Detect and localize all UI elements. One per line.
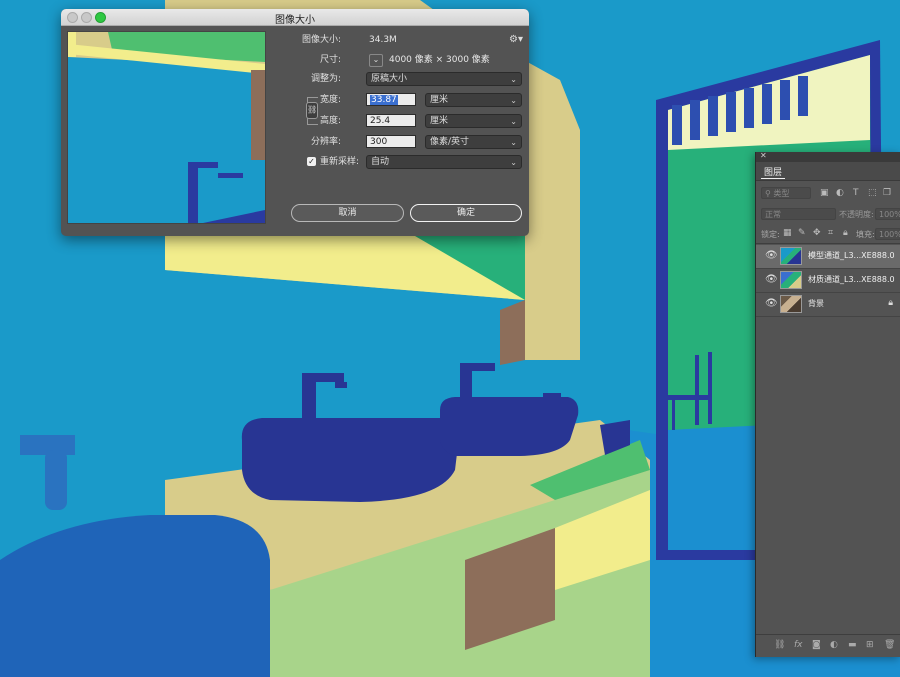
dimensions-value: 4000 像素 × 3000 像素 bbox=[389, 55, 490, 65]
height-unit-select[interactable]: 厘米 ⌄ bbox=[425, 114, 522, 128]
width-input[interactable]: 33.87 bbox=[366, 93, 416, 106]
chevron-down-icon: ⌄ bbox=[510, 138, 517, 147]
chevron-down-icon: ⌄ bbox=[510, 75, 517, 84]
resample-checkbox[interactable]: ✓ bbox=[307, 157, 316, 166]
layers-panel-footer: ⛓ fx ◙ ◐ ▬ ⊞ 🗑︎ bbox=[756, 634, 900, 657]
layer-name: 模型通道_L3...XE888.0 bbox=[808, 251, 895, 260]
layer-name: 材质通道_L3...XE888.0 bbox=[808, 275, 895, 284]
resolution-unit-value: 像素/英寸 bbox=[430, 137, 470, 147]
mask-icon[interactable]: ◙ bbox=[812, 640, 821, 650]
opacity-input[interactable]: 100% bbox=[875, 208, 900, 220]
fit-to-value: 原稿大小 bbox=[371, 74, 408, 84]
adjustment-filter-icon[interactable]: ◐ bbox=[836, 188, 844, 198]
width-value: 33.87 bbox=[370, 95, 398, 105]
height-label: 高度: bbox=[319, 116, 341, 126]
layer-row[interactable]: 👁︎ 背景 🔒︎ bbox=[756, 293, 900, 317]
layer-filter-value: 类型 bbox=[773, 189, 790, 198]
resample-select[interactable]: 自动 ⌄ bbox=[366, 155, 522, 169]
layer-thumbnail bbox=[780, 271, 802, 289]
chevron-down-icon[interactable]: ⌄ bbox=[369, 54, 383, 67]
layer-row[interactable]: 👁︎ 材质通道_L3...XE888.0 bbox=[756, 269, 900, 293]
blend-mode-select[interactable]: 正常 bbox=[761, 208, 836, 220]
image-filter-icon[interactable]: ▣ bbox=[820, 188, 829, 198]
chevron-down-icon: ⌄ bbox=[510, 96, 517, 105]
resolution-label: 分辨率: bbox=[310, 137, 341, 147]
resolution-unit-select[interactable]: 像素/英寸 ⌄ bbox=[425, 135, 522, 149]
eye-icon[interactable]: 👁︎ bbox=[765, 274, 778, 285]
layer-name: 背景 bbox=[808, 299, 824, 308]
new-layer-icon[interactable]: ⊞ bbox=[866, 640, 874, 650]
fx-icon[interactable]: fx bbox=[794, 640, 803, 650]
image-size-label: 图像大小: bbox=[301, 35, 341, 45]
ok-button[interactable]: 确定 bbox=[410, 204, 522, 222]
tab-layers[interactable]: 图层 bbox=[761, 165, 786, 179]
shape-filter-icon[interactable]: ⬚ bbox=[868, 188, 877, 198]
layer-row[interactable]: 👁︎ 模型通道_L3...XE888.0 bbox=[756, 245, 900, 269]
layer-thumbnail bbox=[780, 295, 802, 313]
smart-object-filter-icon[interactable]: ❐ bbox=[883, 188, 891, 198]
chevron-down-icon: ⌄ bbox=[510, 117, 517, 126]
folder-icon[interactable]: ▬ bbox=[848, 640, 857, 650]
trash-icon[interactable]: 🗑︎ bbox=[884, 640, 895, 650]
dialog-titlebar: 图像大小 bbox=[61, 9, 529, 26]
layer-filter-select[interactable]: ⚲ 类型 bbox=[761, 187, 811, 199]
width-unit-select[interactable]: 厘米 ⌄ bbox=[425, 93, 522, 107]
type-filter-icon[interactable]: T bbox=[853, 188, 859, 198]
search-icon: ⚲ bbox=[765, 189, 771, 198]
lock-pixels-icon[interactable]: ✎ bbox=[798, 228, 806, 238]
height-unit-value: 厘米 bbox=[430, 116, 449, 126]
lock-icon: 🔒︎ bbox=[888, 298, 893, 308]
layer-thumbnail bbox=[780, 247, 802, 265]
fit-to-label: 调整为: bbox=[310, 74, 341, 84]
fill-label: 填充: bbox=[856, 230, 875, 239]
image-size-value: 34.3M bbox=[369, 35, 397, 45]
lock-all-icon[interactable]: 🔒︎ bbox=[843, 228, 848, 238]
fill-input[interactable]: 100% bbox=[875, 228, 900, 240]
opacity-label: 不透明度: bbox=[839, 210, 874, 219]
close-icon[interactable]: ✕ bbox=[760, 151, 767, 160]
image-size-dialog: 图像大小 图像大小: 34.3M ⚙▾ 尺寸: ⌄ 4000 像素 × 3000… bbox=[61, 9, 529, 236]
width-label: 宽度: bbox=[319, 95, 341, 105]
resolution-input[interactable]: 300 bbox=[366, 135, 416, 148]
image-preview[interactable] bbox=[67, 31, 266, 224]
link-layers-icon[interactable]: ⛓ bbox=[774, 640, 785, 650]
blend-mode-value: 正常 bbox=[765, 210, 781, 219]
dialog-title: 图像大小 bbox=[275, 15, 315, 26]
chevron-down-icon: ⌄ bbox=[510, 158, 517, 167]
lock-label: 锁定: bbox=[761, 230, 780, 239]
lock-position-icon[interactable]: ✥ bbox=[813, 228, 821, 238]
dimensions-label: 尺寸: bbox=[319, 55, 341, 65]
fit-to-select[interactable]: 原稿大小 ⌄ bbox=[366, 72, 522, 86]
gear-icon[interactable]: ⚙▾ bbox=[509, 34, 523, 45]
layers-panel: ✕ 图层 ⚲ 类型 ▣ ◐ T ⬚ ❐ 正常 不透明度: 100% 锁定: ▦ … bbox=[755, 151, 900, 657]
artboard-icon[interactable]: ⌗ bbox=[828, 228, 833, 238]
adjustment-layer-icon[interactable]: ◐ bbox=[830, 640, 838, 650]
resample-label: 重新采样: bbox=[320, 157, 360, 167]
eye-icon[interactable]: 👁︎ bbox=[765, 250, 778, 261]
cancel-button[interactable]: 取消 bbox=[291, 204, 404, 222]
lock-transparency-icon[interactable]: ▦ bbox=[783, 228, 792, 238]
resample-value: 自动 bbox=[371, 157, 390, 167]
eye-icon[interactable]: 👁︎ bbox=[765, 298, 778, 309]
height-input[interactable]: 25.4 bbox=[366, 114, 416, 127]
width-unit-value: 厘米 bbox=[430, 95, 449, 105]
